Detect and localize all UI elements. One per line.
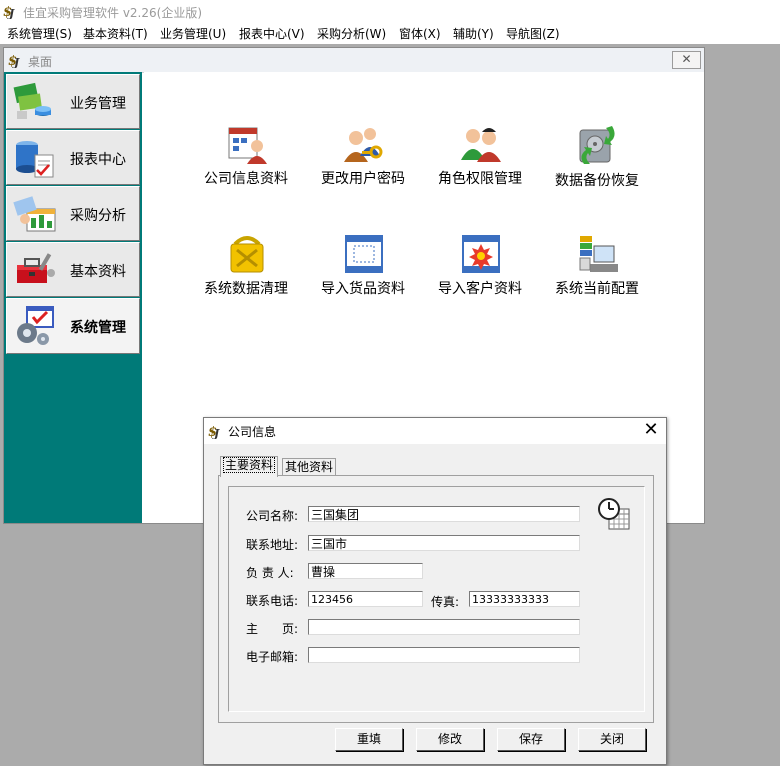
dialog-title: 公司信息 [228, 425, 277, 439]
report-icon [16, 141, 54, 178]
manager-field[interactable]: 曹操 [308, 563, 423, 579]
clock-calendar-icon[interactable] [597, 497, 631, 531]
menu-navigation[interactable]: 导航图(Z) [506, 25, 560, 42]
tile-label: 数据备份恢复 [555, 173, 639, 189]
tile-data-cleanup[interactable]: 系统数据清理 [191, 232, 301, 312]
data-cleanup-icon [230, 236, 264, 273]
sidebar-item-label: 基本资料 [70, 264, 126, 280]
email-label: 电子邮箱: [246, 650, 299, 664]
desktop-title: 桌面 [28, 55, 53, 69]
tile-label: 公司信息资料 [204, 171, 288, 187]
app-title: 佳宜采购管理软件 v2.26(企业版) [23, 6, 202, 20]
app-title-bar: $ J 佳宜采购管理软件 v2.26(企业版) [0, 0, 780, 22]
analysis-icon [13, 196, 56, 232]
sidebar-item-label: 系统管理 [70, 320, 126, 336]
close-icon: ✕ [643, 419, 659, 440]
address-field[interactable]: 三国市 [308, 535, 580, 551]
desktop-title-bar: $ J 桌面 ✕ [4, 48, 704, 73]
tab-label: 其他资料 [285, 460, 334, 474]
dialog-title-bar: $ J 公司信息 ✕ [204, 418, 666, 444]
tile-label: 系统当前配置 [555, 281, 639, 297]
tab-main-info[interactable]: 主要资料 [220, 456, 279, 477]
homepage-label: 主 页: [246, 622, 299, 636]
company-info-icon [228, 127, 267, 164]
sidebar-item-reports[interactable]: 报表中心 [6, 130, 140, 185]
tile-user-password[interactable]: 更改用户密码 [308, 122, 418, 202]
tab-label: 主要资料 [223, 457, 276, 473]
svg-text:J: J [212, 427, 220, 439]
svg-text:J: J [7, 7, 15, 19]
company-info-dialog: $ J 公司信息 ✕ 主要资料 其他资料 公司名称: 三国集团 联系地址: 三国… [203, 417, 667, 765]
app-logo-icon: $ J [3, 5, 15, 19]
tile-import-goods[interactable]: 导入货品资料 [308, 232, 418, 312]
import-goods-icon [345, 235, 383, 273]
sidebar-item-analysis[interactable]: 采购分析 [6, 186, 140, 241]
desktop-close-button[interactable]: ✕ [672, 51, 701, 69]
reset-button[interactable]: 重填 [335, 728, 403, 751]
toolbox-icon [17, 253, 55, 283]
sidebar-nav: 业务管理 报表中心 采购分析 基本资料 系统管理 [4, 72, 142, 523]
backup-restore-icon [579, 126, 615, 164]
menu-assist[interactable]: 辅助(Y) [453, 25, 494, 42]
phone-label: 联系电话: [246, 594, 299, 608]
sidebar-item-label: 报表中心 [70, 152, 126, 168]
close-icon: ✕ [681, 52, 692, 66]
save-button[interactable]: 保存 [497, 728, 565, 751]
tile-company-info[interactable]: 公司信息资料 [191, 122, 301, 202]
fax-field[interactable]: 13333333333 [469, 591, 580, 607]
fax-label: 传真: [431, 595, 460, 609]
menu-bar: 系统管理(S) 基本资料(T) 业务管理(U) 报表中心(V) 采购分析(W) … [0, 22, 780, 45]
tab-other-info[interactable]: 其他资料 [282, 458, 337, 476]
tab-panel: 公司名称: 三国集团 联系地址: 三国市 负 责 人: 曹操 联系电话: 123… [218, 475, 654, 723]
sidebar-item-label: 业务管理 [70, 96, 126, 112]
tile-import-customer[interactable]: 导入客户资料 [425, 232, 535, 312]
user-password-icon [344, 128, 383, 162]
homepage-field[interactable] [308, 619, 580, 635]
tile-label: 角色权限管理 [438, 171, 522, 187]
company-name-label: 公司名称: [246, 509, 299, 523]
tile-system-config[interactable]: 系统当前配置 [542, 232, 652, 312]
tile-role-permission[interactable]: 角色权限管理 [425, 122, 535, 202]
menu-reports[interactable]: 报表中心(V) [239, 25, 305, 42]
svg-text:J: J [12, 56, 20, 68]
role-permission-icon [461, 128, 501, 162]
edit-button[interactable]: 修改 [416, 728, 484, 751]
form-group: 公司名称: 三国集团 联系地址: 三国市 负 责 人: 曹操 联系电话: 123… [228, 486, 645, 712]
tile-label: 系统数据清理 [204, 281, 288, 297]
close-button[interactable]: 关闭 [578, 728, 646, 751]
desktop-logo-icon: $ J [8, 54, 20, 68]
import-customer-icon [462, 235, 500, 273]
phone-field[interactable]: 123456 [308, 591, 423, 607]
address-label: 联系地址: [246, 538, 299, 552]
system-config-icon [579, 236, 618, 272]
email-field[interactable] [308, 647, 580, 663]
menu-analysis[interactable]: 采购分析(W) [317, 25, 386, 42]
menu-business[interactable]: 业务管理(U) [160, 25, 226, 42]
business-icon [13, 82, 51, 119]
tile-label: 更改用户密码 [321, 171, 405, 187]
menu-system[interactable]: 系统管理(S) [7, 25, 72, 42]
menu-basic-info[interactable]: 基本资料(T) [83, 25, 148, 42]
manager-label: 负 责 人: [246, 566, 294, 580]
sidebar-item-basic-info[interactable]: 基本资料 [6, 242, 140, 297]
tile-backup-restore[interactable]: 数据备份恢复 [542, 124, 652, 204]
menu-window[interactable]: 窗体(X) [399, 25, 441, 42]
sidebar-item-system[interactable]: 系统管理 [6, 298, 140, 354]
company-name-field[interactable]: 三国集团 [308, 506, 580, 522]
system-settings-icon [17, 306, 54, 345]
tile-label: 导入客户资料 [438, 281, 522, 297]
dialog-logo-icon: $ J [208, 425, 220, 439]
dialog-close-button[interactable]: ✕ [641, 420, 661, 440]
sidebar-item-label: 采购分析 [70, 208, 126, 224]
sidebar-item-business[interactable]: 业务管理 [6, 74, 140, 129]
tile-label: 导入货品资料 [321, 281, 405, 297]
